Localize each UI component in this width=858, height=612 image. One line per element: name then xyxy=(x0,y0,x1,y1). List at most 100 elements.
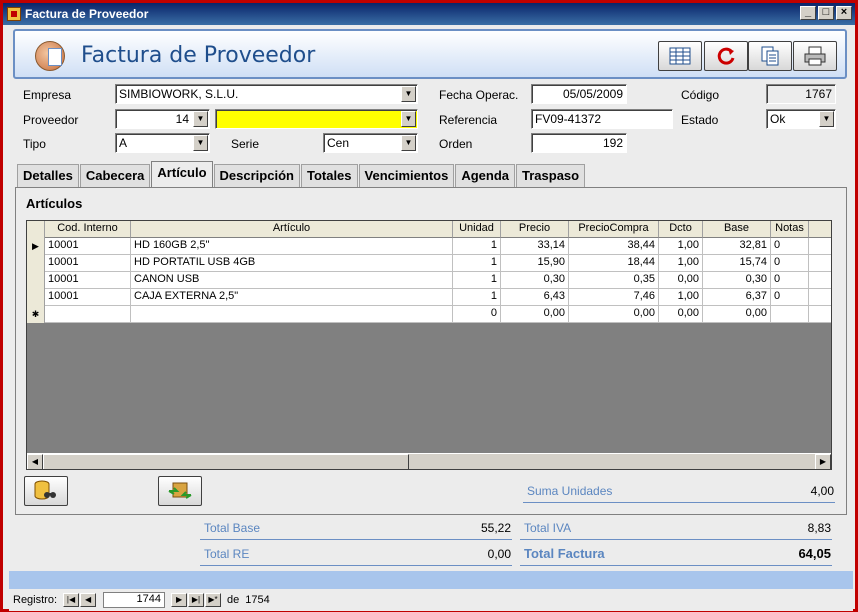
proveedor-code-select[interactable]: 14 ▼ xyxy=(115,109,210,129)
chevron-down-icon[interactable]: ▼ xyxy=(401,111,416,127)
table-cell[interactable]: 0,30 xyxy=(501,272,569,289)
table-cell[interactable]: 0 xyxy=(771,272,809,289)
new-row-icon[interactable]: ✱ xyxy=(27,306,45,323)
copy-button[interactable] xyxy=(748,41,792,71)
close-button[interactable]: × xyxy=(836,6,852,20)
empresa-select[interactable]: SIMBIOWORK, S.L.U. ▼ xyxy=(115,84,418,104)
table-cell[interactable]: 0,00 xyxy=(501,306,569,323)
table-cell[interactable]: 1 xyxy=(453,255,501,272)
table-cell[interactable]: HD 160GB 2,5" xyxy=(131,238,453,255)
table-cell[interactable]: 38,44 xyxy=(569,238,659,255)
chevron-down-icon[interactable]: ▼ xyxy=(193,135,208,151)
proveedor-name-select[interactable]: ▼ xyxy=(215,109,418,129)
column-header[interactable]: Precio xyxy=(501,221,569,238)
tab-articulo[interactable]: Artículo xyxy=(151,161,213,187)
grid-view-button[interactable] xyxy=(658,41,702,71)
table-cell[interactable]: 0 xyxy=(453,306,501,323)
column-header[interactable]: Cod. Interno xyxy=(45,221,131,238)
chevron-down-icon[interactable]: ▼ xyxy=(193,111,208,127)
column-header[interactable]: Artículo xyxy=(131,221,453,238)
orden-field[interactable]: 192 xyxy=(531,133,627,153)
tab-cabecera[interactable]: Cabecera xyxy=(79,164,151,187)
table-cell[interactable]: 10001 xyxy=(45,238,131,255)
table-cell[interactable]: 0 xyxy=(771,238,809,255)
column-header[interactable]: Notas xyxy=(771,221,809,238)
table-cell[interactable]: 32,81 xyxy=(703,238,771,255)
table-cell[interactable]: 1,00 xyxy=(659,255,703,272)
table-cell[interactable]: 7,46 xyxy=(569,289,659,306)
new-row[interactable]: ✱ 0 0,00 0,00 0,00 0,00 xyxy=(27,306,831,323)
minimize-button[interactable]: _ xyxy=(800,6,816,20)
table-cell[interactable]: 0,00 xyxy=(659,272,703,289)
fecha-field[interactable]: 05/05/2009 xyxy=(531,84,627,104)
new-record-icon[interactable]: ▶* xyxy=(205,593,222,607)
table-cell[interactable]: 10001 xyxy=(45,255,131,272)
row-selector[interactable] xyxy=(27,272,45,289)
table-cell[interactable]: 1,00 xyxy=(659,289,703,306)
table-cell[interactable]: 18,44 xyxy=(569,255,659,272)
table-cell[interactable]: 6,43 xyxy=(501,289,569,306)
column-header[interactable]: PrecioCompra xyxy=(569,221,659,238)
row-selector[interactable] xyxy=(27,289,45,306)
table-cell[interactable]: 0,30 xyxy=(703,272,771,289)
table-cell[interactable] xyxy=(771,306,809,323)
maximize-button[interactable]: □ xyxy=(818,6,834,20)
table-cell[interactable] xyxy=(131,306,453,323)
estado-select[interactable]: Ok ▼ xyxy=(766,109,836,129)
scroll-thumb[interactable] xyxy=(43,454,409,469)
current-record-input[interactable]: 1744 xyxy=(103,592,166,608)
column-header[interactable]: Unidad xyxy=(453,221,501,238)
transfer-button[interactable] xyxy=(158,476,202,506)
tab-vencimientos[interactable]: Vencimientos xyxy=(358,164,455,187)
table-cell[interactable]: 1 xyxy=(453,238,501,255)
table-cell[interactable]: 0,00 xyxy=(569,306,659,323)
print-button[interactable] xyxy=(793,41,837,71)
table-cell[interactable]: CANON USB xyxy=(131,272,453,289)
table-cell[interactable]: HD PORTATIL USB 4GB xyxy=(131,255,453,272)
tab-totales[interactable]: Totales xyxy=(300,164,358,187)
row-selector[interactable] xyxy=(27,255,45,272)
table-cell[interactable]: 0 xyxy=(771,255,809,272)
refresh-button[interactable] xyxy=(704,41,748,71)
table-cell[interactable]: 1 xyxy=(453,289,501,306)
current-row-icon[interactable]: ▶ xyxy=(27,238,45,255)
table-row[interactable]: 10001 CANON USB 1 0,30 0,35 0,00 0,30 0 xyxy=(27,272,831,289)
chevron-down-icon[interactable]: ▼ xyxy=(401,135,416,151)
table-cell[interactable]: CAJA EXTERNA 2,5" xyxy=(131,289,453,306)
scroll-right-icon[interactable]: ▶ xyxy=(815,454,831,469)
tab-descripcion[interactable]: Descripción xyxy=(213,164,300,187)
table-cell[interactable]: 15,90 xyxy=(501,255,569,272)
table-cell[interactable]: 1,00 xyxy=(659,238,703,255)
table-cell[interactable] xyxy=(45,306,131,323)
next-record-icon[interactable]: ▶ xyxy=(171,593,188,607)
search-articles-button[interactable] xyxy=(24,476,68,506)
table-cell[interactable]: 1 xyxy=(453,272,501,289)
table-cell[interactable]: 15,74 xyxy=(703,255,771,272)
table-cell[interactable]: 10001 xyxy=(45,289,131,306)
chevron-down-icon[interactable]: ▼ xyxy=(819,111,834,127)
scroll-left-icon[interactable]: ◀ xyxy=(27,454,43,469)
table-cell[interactable]: 0,35 xyxy=(569,272,659,289)
chevron-down-icon[interactable]: ▼ xyxy=(401,86,416,102)
tab-agenda[interactable]: Agenda xyxy=(455,164,516,187)
table-row[interactable]: 10001 HD PORTATIL USB 4GB 1 15,90 18,44 1,00 1… xyxy=(27,255,831,272)
tipo-select[interactable]: A ▼ xyxy=(115,133,210,153)
column-header[interactable]: Base xyxy=(703,221,771,238)
table-cell[interactable]: 6,37 xyxy=(703,289,771,306)
tab-detalles[interactable]: Detalles xyxy=(17,164,79,187)
table-cell[interactable]: 0,00 xyxy=(659,306,703,323)
previous-record-icon[interactable]: ◀ xyxy=(80,593,97,607)
horizontal-scrollbar[interactable]: ◀ ▶ xyxy=(27,453,831,469)
referencia-field[interactable]: FV09-41372 xyxy=(531,109,673,129)
table-row[interactable]: 10001 CAJA EXTERNA 2,5" 1 6,43 7,46 1,00 6,37 0 xyxy=(27,289,831,306)
table-row[interactable]: ▶ 10001 HD 160GB 2,5" 1 33,14 38,44 1,00 32,81 0 xyxy=(27,238,831,255)
table-cell[interactable]: 0,00 xyxy=(703,306,771,323)
first-record-icon[interactable]: |◀ xyxy=(63,593,80,607)
table-cell[interactable]: 33,14 xyxy=(501,238,569,255)
tab-traspaso[interactable]: Traspaso xyxy=(516,164,586,187)
last-record-icon[interactable]: ▶| xyxy=(188,593,205,607)
column-header[interactable]: Dcto xyxy=(659,221,703,238)
serie-select[interactable]: Cen ▼ xyxy=(323,133,418,153)
table-cell[interactable]: 0 xyxy=(771,289,809,306)
table-cell[interactable]: 10001 xyxy=(45,272,131,289)
